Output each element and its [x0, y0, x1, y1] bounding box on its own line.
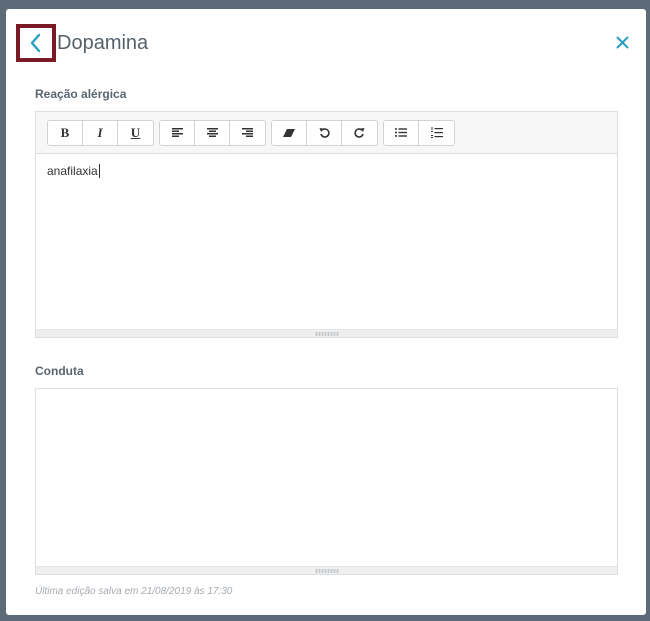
conduct-editor	[35, 388, 618, 575]
italic-button[interactable]: I	[83, 120, 118, 145]
last-edit-note: Última edição salva em 21/08/2019 às 17:…	[35, 586, 233, 597]
text-cursor	[98, 164, 100, 178]
back-button[interactable]	[16, 24, 56, 62]
bold-button[interactable]: B	[48, 120, 83, 145]
align-center-button[interactable]	[195, 120, 230, 145]
grip-icon	[314, 568, 339, 573]
alignment-group	[159, 119, 266, 146]
redo-button[interactable]	[342, 121, 377, 145]
align-center-icon	[206, 128, 218, 137]
allergic-reaction-label: Reação alérgica	[35, 87, 127, 101]
allergic-reaction-text: anafilaxia	[47, 164, 98, 178]
clear-format-button[interactable]	[272, 120, 307, 145]
align-left-icon	[171, 128, 183, 137]
list-group	[383, 119, 455, 146]
conduct-input[interactable]	[36, 389, 617, 566]
eraser-icon	[283, 128, 295, 137]
editor-resize-handle[interactable]	[36, 329, 617, 337]
history-group	[271, 119, 378, 146]
text-style-group: B I U	[47, 119, 154, 146]
bullet-list-icon	[395, 128, 407, 137]
modal-title: Dopamina	[57, 32, 149, 54]
allergic-reaction-editor: B I U anafilaxia	[35, 111, 618, 338]
medication-modal: Dopamina Reação alérgica B I U anafilaxi…	[6, 9, 646, 615]
allergic-reaction-input[interactable]: anafilaxia	[36, 154, 617, 329]
conduct-label: Conduta	[35, 364, 84, 378]
undo-button[interactable]	[307, 120, 342, 145]
align-right-icon	[242, 128, 253, 137]
numbered-list-icon	[430, 127, 443, 138]
grip-icon	[314, 331, 339, 336]
redo-icon	[354, 128, 365, 138]
underline-button[interactable]: U	[118, 121, 153, 145]
align-left-button[interactable]	[160, 120, 195, 145]
bullet-list-button[interactable]	[384, 120, 419, 145]
close-button[interactable]	[612, 32, 632, 52]
numbered-list-button[interactable]	[419, 121, 454, 145]
editor-resize-handle[interactable]	[36, 566, 617, 574]
undo-icon	[319, 128, 330, 138]
editor-toolbar: B I U	[36, 112, 617, 154]
chevron-left-icon	[30, 33, 41, 53]
align-right-button[interactable]	[230, 121, 265, 145]
close-icon	[616, 36, 628, 48]
